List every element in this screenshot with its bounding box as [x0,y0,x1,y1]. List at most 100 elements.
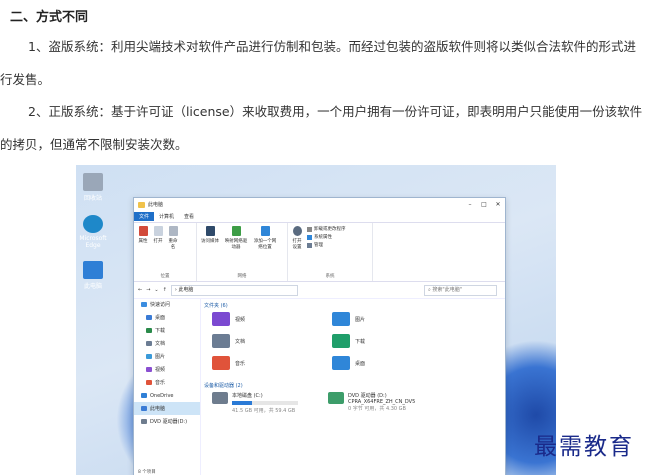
video-icon [146,367,152,372]
folder-videos[interactable]: 视频 [212,312,332,326]
drive-d[interactable]: DVD 驱动器 (D:) CPRA_X64FRE_ZH_CN_DV5 0 字节 … [328,392,415,414]
add-network-location-button[interactable]: 添加一个网络位置 [252,226,278,250]
document-icon [146,341,152,346]
folder-desktop[interactable]: 桌面 [332,356,452,370]
ribbon-group-location: 属性 打开 重命名 位置 [134,223,197,281]
desktop-icon [146,315,152,320]
tab-file[interactable]: 文件 [134,212,155,221]
address-path[interactable]: › 此电脑 [170,284,298,296]
gear-icon [292,226,302,236]
folder-downloads[interactable]: 下载 [332,334,452,348]
paragraph-1: 1、盗版系统：利用尖端技术对软件产品进行仿制和包装。而经过包装的盗版软件则将以类… [0,39,636,87]
properties-icon [138,226,148,236]
desktop-icon-recycle-bin[interactable]: 回收站 [78,173,108,202]
folder-documents[interactable]: 文档 [212,334,332,348]
drive-c-usage-fill [232,401,252,405]
programs-icon [307,226,312,232]
rename-button[interactable]: 重命名 [167,226,179,250]
manage-icon [307,242,312,248]
nav-item-videos[interactable]: 视频 [134,363,200,376]
nav-item-this-pc[interactable]: 此电脑 [134,402,200,415]
nav-item-documents[interactable]: 文档 [134,337,200,350]
nav-item-desktop[interactable]: 桌面 [134,311,200,324]
drive-c[interactable]: 本地磁盘 (C:) 41.5 GB 可用，共 59.4 GB [212,392,298,414]
access-media-button[interactable]: 访问媒体 [200,226,220,250]
content-pane: 文件夹 (6) 视频 图片 文档 下载 音乐 桌面 设备和驱动器 (2) 本地磁… [204,300,501,475]
music-folder-icon [212,356,230,370]
ribbon-group-system: 打开设置 卸载或更改程序 系统属性 管理 系统 [288,223,373,281]
map-drive-button[interactable]: 映射网络驱动器 [223,226,249,250]
folders-section-title[interactable]: 文件夹 (6) [204,302,501,309]
forward-arrow-icon[interactable]: → [146,287,150,293]
monitor-icon [83,261,103,279]
ribbon: 属性 打开 重命名 位置 访问媒体 映射网络驱动器 添加一个网络位置 网络 打开… [134,223,505,282]
manage-link[interactable]: 管理 [307,242,346,248]
section-heading: 二、方式不同 [10,10,89,25]
star-icon [141,302,147,307]
rename-icon [168,226,178,236]
folder-pictures[interactable]: 图片 [332,312,452,326]
nav-item-quick-access[interactable]: 快速访问 [134,298,200,311]
maximize-button[interactable]: □ [477,201,491,208]
open-icon [153,226,163,236]
watermark: 最需教育 [534,434,634,460]
nav-item-dvd[interactable]: DVD 驱动器(D:) [134,415,200,428]
uninstall-programs-link[interactable]: 卸载或更改程序 [307,226,346,232]
properties-button[interactable]: 属性 [137,226,149,250]
music-icon [146,380,152,385]
devices-section-title[interactable]: 设备和驱动器 (2) [204,382,501,389]
network-drive-icon [231,226,241,236]
back-arrow-icon[interactable]: ← [138,287,142,293]
edge-icon [83,215,103,233]
tab-computer[interactable]: 计算机 [154,212,179,221]
chevron-down-icon[interactable]: ⌄ [154,287,158,293]
drives-list: 本地磁盘 (C:) 41.5 GB 可用，共 59.4 GB DVD 驱动器 (… [212,392,501,414]
minimize-button[interactable]: – [463,201,477,208]
ribbon-group-network: 访问媒体 映射网络驱动器 添加一个网络位置 网络 [197,223,288,281]
properties-small-icon [307,234,312,240]
open-button[interactable]: 打开 [152,226,164,250]
download-folder-icon [332,334,350,348]
picture-folder-icon [332,312,350,326]
explorer-window: 此电脑 – □ ✕ 文件 计算机 查看 属性 打开 重命名 位置 访问媒体 映射… [133,197,506,475]
up-arrow-icon[interactable]: ↑ [163,287,167,293]
navigation-pane: 快速访问 桌面 下载 文档 图片 视频 音乐 OneDrive 此电脑 DVD … [134,298,201,475]
paragraph-2: 2、正版系统：基于许可证（license）来收取费用，一个用户拥有一份许可证，即… [0,104,643,152]
cloud-icon [141,393,147,398]
dvd-drive-icon [328,392,344,404]
group-label-location: 位置 [160,274,170,279]
nav-item-onedrive[interactable]: OneDrive [134,389,200,402]
folder-icon [138,201,145,208]
dvd-icon [141,419,147,424]
drive-c-usage-bar [232,401,298,405]
address-bar: ← → ⌄ ↑ › 此电脑 ⌕ 搜索"此电脑" [134,282,505,299]
group-label-network: 网络 [237,274,247,279]
windows-screenshot: 回收站 Microsoft Edge 此电脑 此电脑 – □ ✕ 文件 计算机 … [76,165,556,475]
download-icon [146,328,152,333]
folders-grid: 视频 图片 文档 下载 音乐 桌面 [212,312,501,370]
monitor-small-icon [141,406,147,411]
recycle-bin-icon [83,173,103,191]
hard-drive-icon [212,392,228,404]
tab-view[interactable]: 查看 [179,212,199,221]
nav-item-pictures[interactable]: 图片 [134,350,200,363]
video-folder-icon [212,312,230,326]
nav-item-music[interactable]: 音乐 [134,376,200,389]
media-icon [205,226,215,236]
folder-music[interactable]: 音乐 [212,356,332,370]
desktop-icon-this-pc[interactable]: 此电脑 [78,261,108,290]
title-bar: 此电脑 – □ ✕ [134,198,505,211]
nav-item-downloads[interactable]: 下载 [134,324,200,337]
desktop-icon-edge[interactable]: Microsoft Edge [78,215,108,249]
status-bar: 8 个项目 [138,470,156,475]
group-label-system: 系统 [325,274,335,279]
desktop-folder-icon [332,356,350,370]
ribbon-tabs: 文件 计算机 查看 [134,211,505,223]
close-button[interactable]: ✕ [491,201,505,208]
search-input[interactable]: ⌕ 搜索"此电脑" [424,284,497,296]
system-properties-link[interactable]: 系统属性 [307,234,346,240]
document-folder-icon [212,334,230,348]
window-title: 此电脑 [148,202,164,208]
picture-icon [146,354,152,359]
network-location-icon [260,226,270,236]
